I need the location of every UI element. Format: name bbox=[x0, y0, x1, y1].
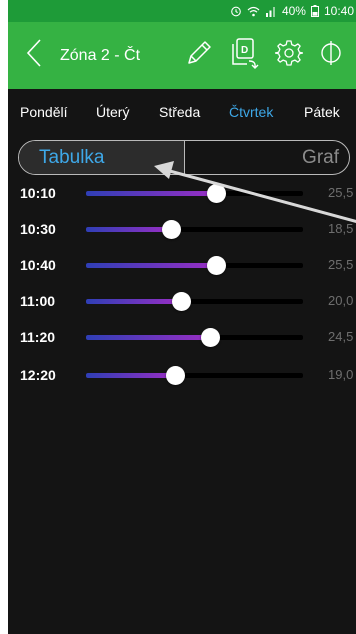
slider-thumb[interactable] bbox=[161, 220, 181, 239]
status-bar: 40% 10:40 bbox=[8, 0, 356, 22]
schedule-row: 10:40 25,5 bbox=[8, 247, 356, 283]
slider-thumb[interactable] bbox=[207, 256, 227, 275]
tab-wednesday[interactable]: Středa bbox=[159, 89, 200, 135]
gear-icon bbox=[274, 39, 304, 72]
clock-time: 10:40 bbox=[323, 4, 354, 18]
graph-view-button[interactable]: Graf bbox=[185, 141, 349, 174]
temperature-slider[interactable] bbox=[86, 184, 303, 203]
temperature-slider[interactable] bbox=[86, 366, 303, 385]
row-temperature: 25,5 bbox=[328, 257, 354, 272]
row-temperature: 18,5 bbox=[328, 221, 354, 236]
settings-button[interactable] bbox=[272, 22, 306, 89]
copy-day-button[interactable]: D bbox=[226, 22, 262, 89]
temperature-slider[interactable] bbox=[86, 220, 303, 239]
tab-monday[interactable]: Pondělí bbox=[20, 89, 67, 135]
row-time: 11:20 bbox=[20, 329, 56, 345]
graph-view-label: Graf bbox=[302, 147, 339, 168]
row-time: 11:00 bbox=[20, 293, 56, 309]
back-chevron-icon bbox=[26, 38, 42, 73]
row-temperature: 20,0 bbox=[328, 293, 354, 308]
row-time: 12:20 bbox=[20, 367, 56, 383]
slider-thumb[interactable] bbox=[172, 292, 192, 311]
table-view-label: Tabulka bbox=[39, 147, 105, 168]
slider-fill bbox=[86, 227, 171, 232]
battery-icon bbox=[310, 5, 319, 17]
slider-thumb[interactable] bbox=[207, 184, 227, 203]
row-temperature: 19,0 bbox=[328, 367, 354, 382]
view-toggle: Tabulka Graf bbox=[18, 140, 350, 175]
schedule-row: 12:20 19,0 bbox=[8, 357, 356, 393]
schedule-row: 10:10 25,5 bbox=[8, 175, 356, 211]
app-screen: 40% 10:40 Zóna 2 - Čt D Pondělí Úterý St… bbox=[8, 0, 356, 634]
slider-fill bbox=[86, 299, 182, 304]
row-temperature: 24,5 bbox=[328, 329, 354, 344]
slider-fill bbox=[86, 263, 217, 268]
row-time: 10:10 bbox=[20, 185, 56, 201]
schedule-row: 10:30 18,5 bbox=[8, 211, 356, 247]
tab-thursday[interactable]: Čtvrtek bbox=[229, 89, 273, 135]
page-title: Zóna 2 - Čt bbox=[60, 47, 141, 64]
row-time: 10:40 bbox=[20, 257, 56, 273]
row-time: 10:30 bbox=[20, 221, 56, 237]
wifi-icon bbox=[247, 6, 260, 17]
tab-friday[interactable]: Pátek bbox=[304, 89, 340, 135]
svg-text:D: D bbox=[241, 45, 248, 56]
schedule-row: 11:00 20,0 bbox=[8, 283, 356, 319]
slider-fill bbox=[86, 335, 210, 340]
slider-fill bbox=[86, 191, 217, 196]
day-tabs: Pondělí Úterý Středa Čtvrtek Pátek bbox=[8, 89, 356, 135]
table-view-button[interactable]: Tabulka bbox=[19, 141, 185, 174]
slider-thumb[interactable] bbox=[200, 328, 220, 347]
tab-tuesday[interactable]: Úterý bbox=[96, 89, 129, 135]
schedule-row: 11:20 24,5 bbox=[8, 319, 356, 355]
alarm-icon bbox=[230, 5, 242, 17]
back-button[interactable] bbox=[22, 22, 46, 89]
power-button[interactable] bbox=[314, 22, 348, 89]
temperature-slider[interactable] bbox=[86, 256, 303, 275]
slider-thumb[interactable] bbox=[165, 366, 185, 385]
app-bar: Zóna 2 - Čt D bbox=[8, 22, 356, 89]
copy-day-icon: D bbox=[229, 37, 259, 74]
slider-fill bbox=[86, 373, 175, 378]
temperature-slider[interactable] bbox=[86, 328, 303, 347]
battery-percent: 40% bbox=[281, 4, 306, 18]
signal-icon bbox=[265, 6, 277, 17]
edit-button[interactable] bbox=[182, 22, 216, 89]
pencil-icon bbox=[185, 39, 213, 72]
temperature-slider[interactable] bbox=[86, 292, 303, 311]
row-temperature: 25,5 bbox=[328, 185, 354, 200]
power-icon bbox=[318, 40, 344, 71]
